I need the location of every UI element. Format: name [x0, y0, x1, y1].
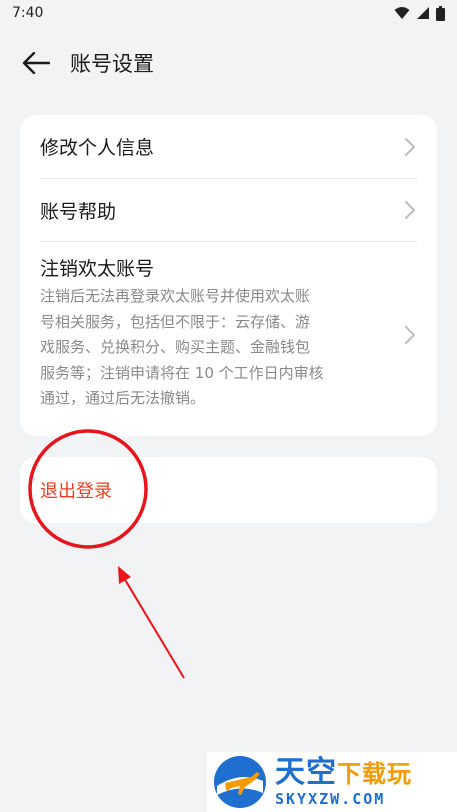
chevron-right-icon [405, 137, 415, 156]
app-header: 账号设置 [0, 40, 457, 86]
description-line: 号相关服务，包括但不限于：云存储、游 [40, 312, 311, 331]
status-icons [394, 5, 445, 21]
watermark-domain: SKYXZW.COM [275, 789, 386, 808]
pointer-arrow-annotation [123, 577, 185, 679]
description-line: 通过，通过后无法撤销。 [40, 389, 206, 407]
logout-label: 退出登录 [40, 481, 112, 502]
signal-icon [417, 7, 429, 19]
battery-icon [436, 5, 445, 21]
watermark-title-accent: 下载玩 [337, 759, 412, 788]
arrow-left-icon [22, 52, 50, 74]
watermark-title: 天空下载玩 [275, 754, 412, 790]
airplane-globe-logo-icon [214, 756, 266, 808]
status-time: 7:40 [12, 5, 44, 21]
status-bar: 7:40 [0, 0, 457, 26]
menu-item-label: 账号帮助 [40, 200, 117, 223]
description-line: 注销后无法再登录欢太账号并使用欢太账 [40, 287, 311, 305]
menu-item-label: 修改个人信息 [40, 137, 155, 159]
menu-item-edit-profile[interactable]: 修改个人信息 [40, 115, 417, 179]
logout-button[interactable]: 退出登录 [20, 457, 437, 523]
delete-account-description: 注销后无法再登录欢太账号并使用欢太账 号相关服务，包括但不限于：云存储、游 戏服… [40, 284, 380, 412]
watermark-text: 天空下载玩 SKYXZW.COM [275, 754, 412, 808]
watermark-title-main: 天空 [275, 754, 337, 790]
site-watermark: 天空下载玩 SKYXZW.COM [207, 752, 457, 812]
chevron-right-icon [405, 201, 415, 219]
menu-item-account-help[interactable]: 账号帮助 [40, 179, 417, 242]
back-button[interactable] [4, 40, 68, 86]
chevron-right-icon [405, 326, 415, 344]
account-settings-card: 修改个人信息 账号帮助 注销欢太账号 注销后无法再登录欢太账号并使用欢太账 号相… [20, 115, 437, 436]
wifi-icon [394, 7, 410, 19]
arrow-head-icon [118, 566, 131, 584]
description-line: 服务等；注销申请将在 10 个工作日内审核 [40, 363, 324, 382]
menu-item-label: 注销欢太账号 [40, 258, 155, 280]
page-title: 账号设置 [70, 52, 154, 76]
menu-item-delete-account[interactable]: 注销欢太账号 注销后无法再登录欢太账号并使用欢太账 号相关服务，包括但不限于：云… [40, 242, 417, 412]
description-line: 戏服务、兑换积分、购买主题、金融钱包 [40, 338, 311, 356]
